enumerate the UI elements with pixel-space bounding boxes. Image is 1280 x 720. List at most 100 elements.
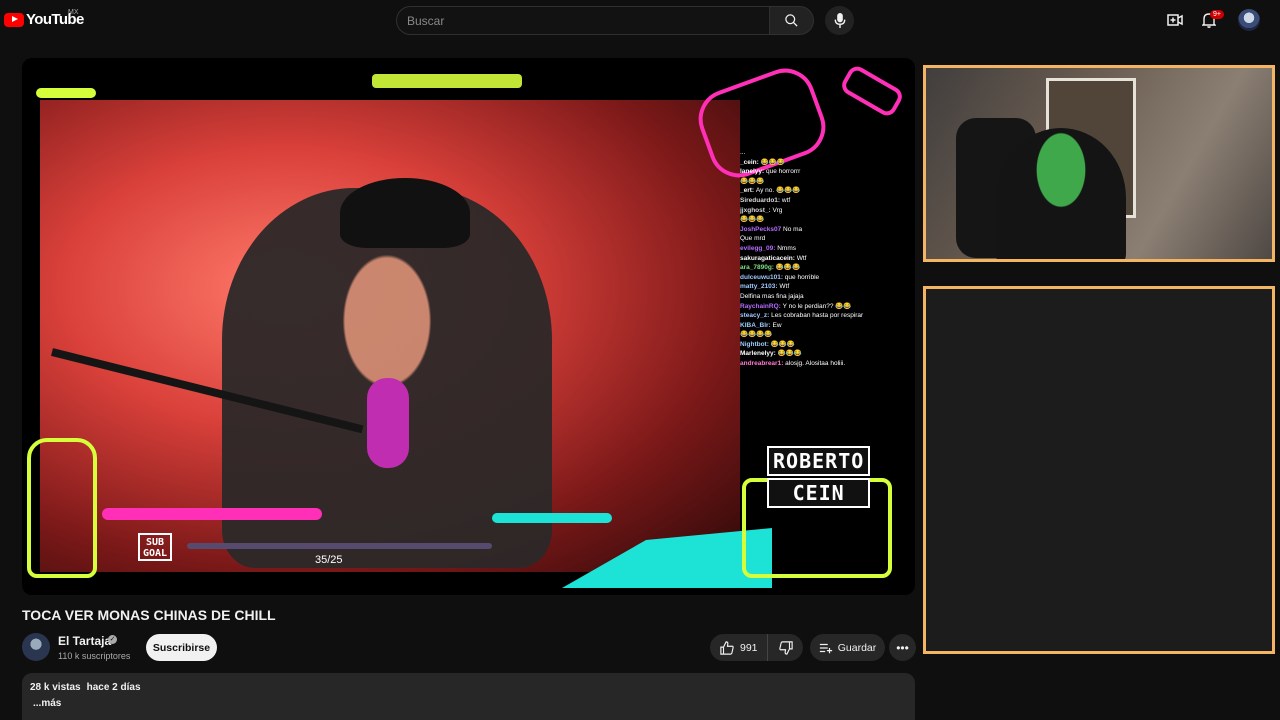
channel-name[interactable]: El Tartaja: [58, 634, 111, 648]
chat-text: Wtf: [796, 254, 807, 262]
account-avatar[interactable]: [1238, 9, 1260, 31]
more-actions-button[interactable]: •••: [889, 634, 916, 661]
chat-username: Marlenelyy:: [740, 350, 778, 358]
chat-username: ara_7890g:: [740, 264, 776, 272]
create-button[interactable]: [1165, 10, 1185, 30]
chat-message: 😂😂😂: [740, 177, 910, 187]
chat-message: lanelyy: que horrorrr: [740, 167, 910, 177]
chat-message: evilegg_09: Nmms: [740, 244, 910, 254]
video-player[interactable]: SUB GOAL 35/25 ... _cein: 😂😂😂 lanelyy: que…: [22, 58, 915, 595]
reaction-webcam-panel: [923, 65, 1275, 262]
brand-line-2: CEIN: [767, 478, 871, 508]
chat-text: wtf: [781, 196, 791, 204]
video-title: TOCA VER MONAS CHINAS DE CHILL: [22, 607, 276, 623]
more-horizontal-icon: •••: [896, 640, 909, 655]
empty-overlay-panel: [923, 286, 1275, 654]
chat-message: Sireduardo1: wtf: [740, 196, 910, 206]
search-button[interactable]: [769, 6, 814, 35]
chat-message: Que mrd: [740, 234, 910, 244]
chat-text: Nmms: [777, 244, 796, 252]
chat-message: RaychainRQ: Y no le perdian?? 😂😂: [740, 302, 910, 312]
chat-username: Nightbot:: [740, 340, 771, 348]
chat-text: Delfina mas fina jajaja: [740, 292, 804, 300]
verified-icon: ✓: [108, 635, 117, 644]
chat-username: KIBA_Blr:: [740, 321, 773, 329]
chat-message: ara_7890g: 😂😂😂: [740, 263, 910, 273]
neon-yellow-decoration: [372, 74, 522, 88]
dislike-button[interactable]: [768, 634, 803, 661]
skeleton-hand-left: [27, 438, 97, 578]
chat-text: Y no le perdian?? 😂😂: [782, 302, 852, 310]
playlist-add-icon: [819, 643, 832, 653]
neon-drip-decoration: [36, 88, 96, 98]
top-bar: YouTube MX 9+: [0, 0, 1280, 40]
chat-text: 😂😂😂: [740, 177, 765, 185]
chat-message: jjxghost_: Vrg: [740, 206, 910, 216]
search-box: [396, 6, 770, 35]
chat-username: steacy_z:: [740, 312, 772, 320]
chat-message: ...: [740, 148, 910, 158]
upload-date: hace 2 días: [86, 682, 141, 693]
search-input[interactable]: [397, 7, 769, 34]
pink-splash-decoration: [838, 63, 906, 119]
chat-text: No ma: [783, 225, 803, 233]
brand-line-1: ROBERTO: [767, 446, 871, 476]
youtube-play-icon: [4, 12, 24, 27]
webcam-person: [996, 128, 1126, 259]
streamer-brand-logo: ROBERTO CEIN: [767, 446, 871, 508]
like-button[interactable]: 991: [710, 634, 768, 661]
save-button[interactable]: Guardar: [810, 634, 885, 661]
chat-text: Wtf: [779, 283, 790, 291]
cyan-paint-stroke: [492, 513, 612, 523]
streamer-cap: [340, 178, 470, 248]
chat-message: KIBA_Blr: Ew: [740, 321, 910, 331]
chat-text: Vrg: [772, 206, 783, 214]
save-label: Guardar: [837, 641, 877, 654]
chat-text: 😂😂😂: [760, 158, 785, 166]
show-more-link[interactable]: ...más: [30, 698, 907, 709]
subscriber-count: 110 k suscriptores: [58, 651, 131, 661]
chat-username: JoshPecks07: [740, 225, 784, 233]
thumbs-up-icon: [720, 640, 734, 655]
chat-text: 😂😂😂: [777, 350, 802, 358]
chat-username: andreabrear1:: [740, 360, 786, 368]
chat-text: Les cobraban hasta por respirar: [771, 312, 864, 320]
stream-chat-overlay: ... _cein: 😂😂😂 lanelyy: que horrorrr 😂😂😂 _e…: [740, 148, 910, 448]
chat-username: jjxghost_:: [740, 206, 773, 214]
chat-message: _cein: 😂😂😂: [740, 158, 910, 168]
chat-text: 😂😂😂: [775, 264, 801, 272]
like-dislike-group: 991: [710, 634, 803, 661]
subscribe-button[interactable]: Suscribirse: [146, 634, 217, 661]
chat-username: lanelyy:: [740, 168, 767, 176]
chat-username: RaychainRQ:: [740, 302, 783, 310]
microphone-windscreen: [367, 378, 409, 468]
chat-username: evilegg_09:: [740, 244, 778, 252]
chat-message: 😂😂😂😂: [740, 330, 910, 340]
chat-username: sakuragaticacein:: [740, 254, 797, 262]
chat-text: Ew: [772, 321, 782, 329]
microphone-icon: [834, 13, 845, 28]
chat-message: Marlenelyy: 😂😂😂: [740, 349, 910, 359]
sub-goal-progress-text: 35/25: [315, 554, 343, 566]
chat-username: _cein:: [740, 158, 761, 166]
chat-message: _ert: Ay no. 😂😂😂: [740, 186, 910, 196]
view-count: 28 k vistas: [30, 682, 81, 693]
chat-message: sakuragaticacein: Wtf: [740, 254, 910, 264]
chat-message: dulceuwu101: que horrible: [740, 273, 910, 283]
voice-search-button[interactable]: [825, 6, 854, 35]
notification-badge: 9+: [1210, 10, 1224, 19]
chat-text: alosjg. Alositaa holiii.: [785, 360, 846, 368]
like-count: 991: [740, 641, 758, 654]
chat-text: 😂😂😂: [740, 216, 765, 224]
sub-goal-label: SUB GOAL: [138, 533, 172, 561]
chat-username: _ert:: [740, 187, 756, 195]
description-box[interactable]: 28 k vistas hace 2 días ...más: [22, 673, 915, 720]
country-code: MX: [68, 9, 79, 16]
chat-text: 😂😂😂: [770, 340, 795, 348]
chat-message: 😂😂😂: [740, 215, 910, 225]
chat-text: 😂😂😂😂: [740, 331, 773, 339]
thumbs-down-icon: [778, 640, 793, 655]
chat-message: matty_2103: Wtf: [740, 282, 910, 292]
channel-avatar[interactable]: [22, 633, 50, 661]
chat-username: matty_2103:: [740, 283, 780, 291]
